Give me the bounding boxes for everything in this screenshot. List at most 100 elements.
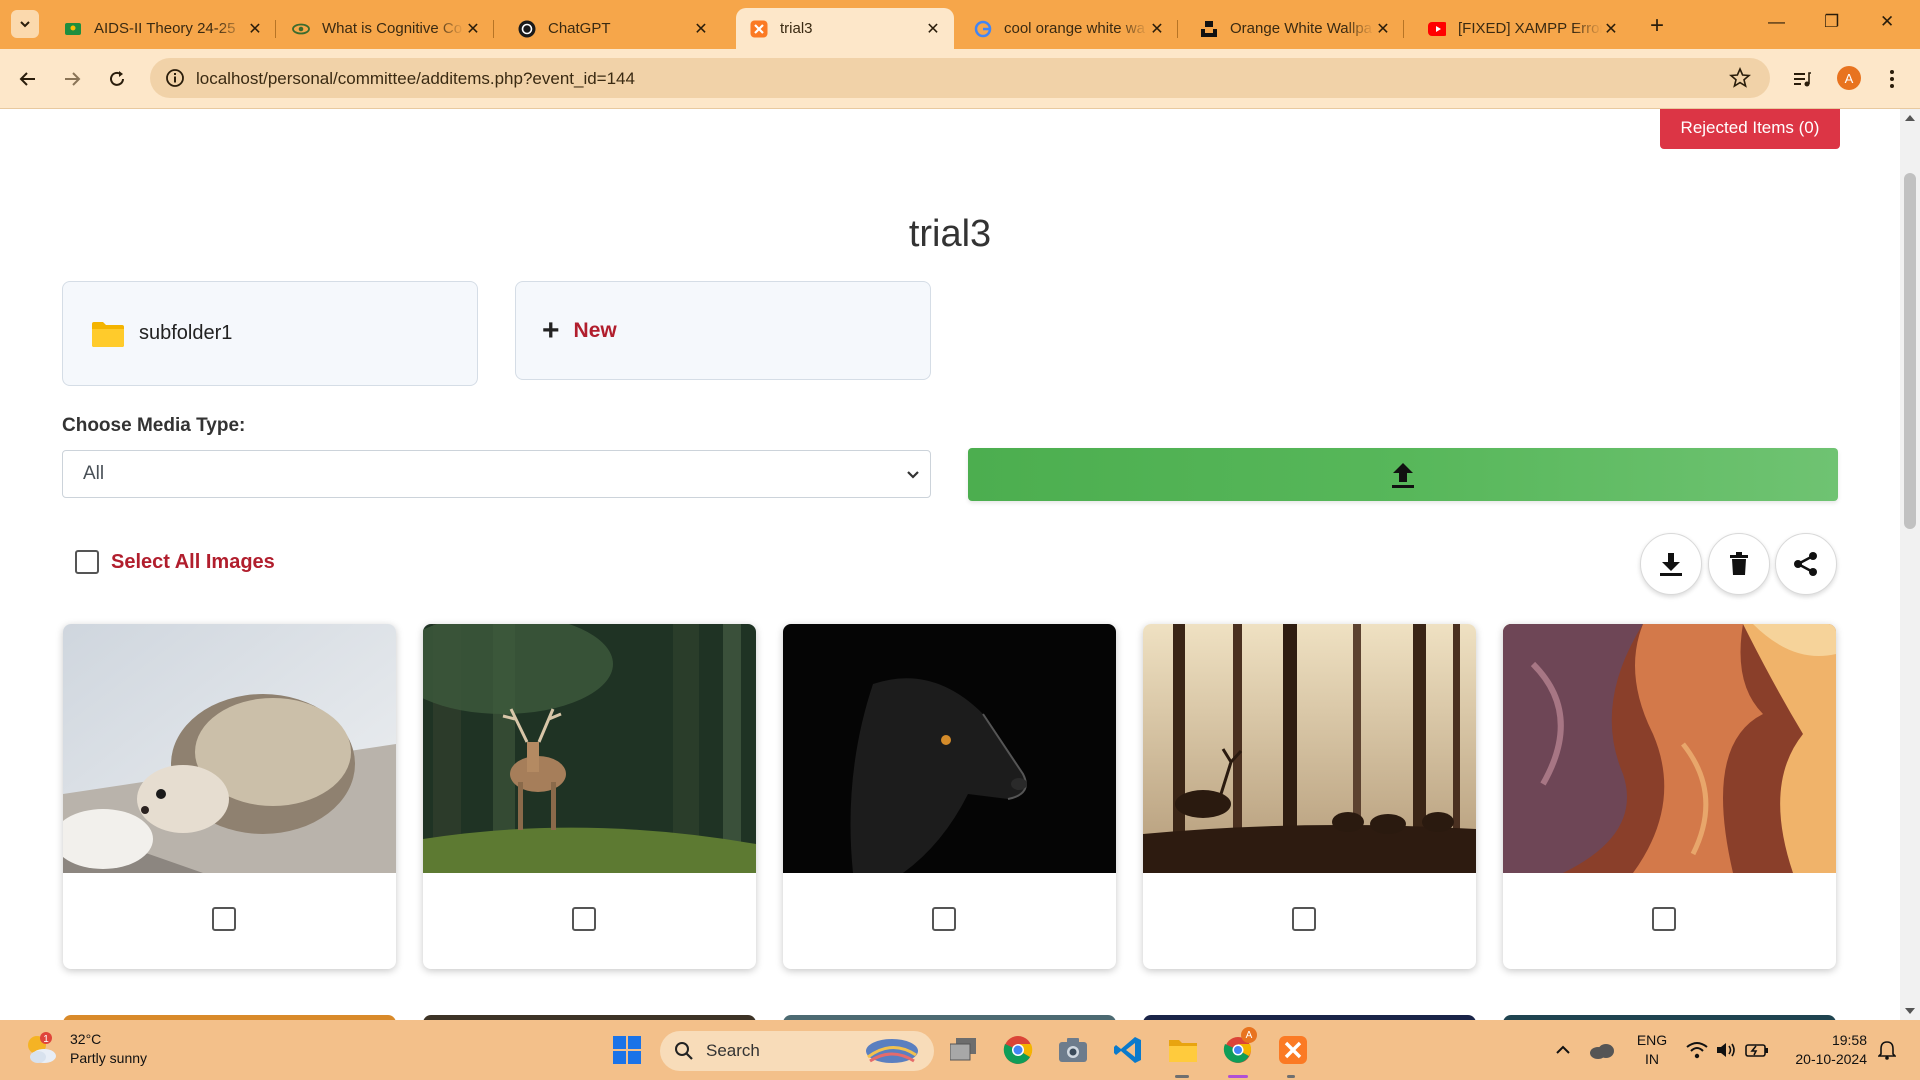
chevron-up-icon: [1556, 1045, 1570, 1054]
trash-icon: [1730, 552, 1748, 575]
bookmark-star-icon[interactable]: [1728, 66, 1752, 90]
scroll-up-icon[interactable]: [1905, 115, 1915, 121]
tab-cognitive[interactable]: What is Cognitive Co ✕: [278, 8, 494, 49]
window-close-icon[interactable]: ✕: [1880, 12, 1894, 32]
image-canyon[interactable]: [1503, 624, 1836, 873]
page-viewport: Rejected Items (0) trial3 subfolder1 + N…: [0, 109, 1920, 1020]
chrome-profile-badge: A: [1241, 1027, 1257, 1043]
close-icon[interactable]: ✕: [1148, 20, 1166, 38]
language-indicator[interactable]: ENG IN: [1632, 1031, 1672, 1069]
image-card-deer[interactable]: [423, 624, 756, 969]
image-hedgehog[interactable]: [63, 624, 396, 873]
upload-icon: [1392, 462, 1414, 488]
media-type-select[interactable]: All: [62, 450, 931, 498]
battery-icon: [1745, 1044, 1768, 1057]
close-icon[interactable]: ✕: [924, 20, 942, 38]
folder-card-subfolder1[interactable]: subfolder1: [62, 281, 478, 386]
xampp-button[interactable]: [1276, 1033, 1310, 1067]
restore-icon[interactable]: ❐: [1824, 12, 1839, 32]
partly-sunny-icon: 1: [28, 1032, 56, 1063]
scrollbar-thumb[interactable]: [1904, 173, 1916, 529]
image-card-hedgehog[interactable]: [63, 624, 396, 969]
url-text[interactable]: localhost/personal/committee/additems.ph…: [196, 69, 635, 89]
reload-button[interactable]: [103, 65, 131, 93]
chrome-button[interactable]: [1001, 1033, 1035, 1067]
notifications-button[interactable]: [1870, 1033, 1904, 1067]
media-type-label: Choose Media Type:: [62, 415, 246, 436]
image-card-forest[interactable]: [1143, 624, 1476, 969]
profile-avatar[interactable]: A: [1837, 66, 1861, 90]
media-control-button[interactable]: [1788, 65, 1816, 93]
site-info-icon[interactable]: [164, 67, 186, 89]
image-checkbox[interactable]: [212, 907, 236, 931]
tab-youtube[interactable]: [FIXED] XAMPP Error ✕: [1414, 8, 1632, 49]
media-type-value: All: [83, 463, 105, 484]
show-hidden-icons-button[interactable]: [1546, 1033, 1580, 1067]
close-icon[interactable]: ✕: [1602, 20, 1620, 38]
battery-button[interactable]: [1740, 1033, 1774, 1067]
tab-chatgpt[interactable]: ChatGPT ✕: [504, 8, 722, 49]
forward-button[interactable]: [58, 65, 86, 93]
taskbar: 1 32°C Partly sunny Search A ENG IN 19:5…: [0, 1020, 1920, 1080]
image-deer[interactable]: [423, 624, 756, 873]
taskview-button[interactable]: [947, 1033, 981, 1067]
vscode-icon: [1114, 1037, 1141, 1063]
tab-unsplash[interactable]: Orange White Wallpa ✕: [1186, 8, 1404, 49]
new-folder-button[interactable]: + New: [515, 281, 931, 380]
volume-button[interactable]: [1710, 1033, 1744, 1067]
share-button[interactable]: [1775, 533, 1837, 595]
network-button[interactable]: [1680, 1033, 1714, 1067]
back-button[interactable]: [14, 65, 42, 93]
select-all-label: Select All Images: [111, 550, 275, 573]
image-card-canyon[interactable]: [1503, 624, 1836, 969]
close-icon[interactable]: ✕: [692, 20, 710, 38]
clock[interactable]: 19:58 20-10-2024: [1785, 1031, 1867, 1069]
select-all-control[interactable]: Select All Images: [75, 550, 275, 574]
page-scrollbar[interactable]: [1900, 109, 1920, 1020]
weather-desc: Partly sunny: [70, 1050, 148, 1066]
close-icon[interactable]: ✕: [464, 20, 482, 38]
tab-aids[interactable]: AIDS-II Theory 24-25 ✕: [50, 8, 276, 49]
address-bar[interactable]: localhost/personal/committee/additems.ph…: [150, 58, 1770, 98]
chrome-icon: [1003, 1036, 1033, 1064]
chrome-profile-button[interactable]: A: [1221, 1027, 1257, 1067]
image-checkbox[interactable]: [1292, 907, 1316, 931]
weather-widget[interactable]: 1 32°C Partly sunny: [24, 1030, 147, 1068]
image-checkbox[interactable]: [572, 907, 596, 931]
vscode-button[interactable]: [1111, 1033, 1145, 1067]
download-button[interactable]: [1640, 533, 1702, 595]
task-view-icon: [950, 1038, 976, 1061]
browser-toolbar: localhost/personal/committee/additems.ph…: [0, 49, 1920, 109]
image-checkbox[interactable]: [1652, 907, 1676, 931]
select-all-checkbox[interactable]: [75, 550, 99, 574]
classroom-icon: [64, 20, 82, 38]
close-icon[interactable]: ✕: [246, 20, 264, 38]
svg-text:1: 1: [43, 1034, 49, 1045]
delete-button[interactable]: [1708, 533, 1770, 595]
start-button[interactable]: [610, 1033, 644, 1067]
new-tab-button[interactable]: +: [1650, 12, 1664, 40]
scroll-down-icon[interactable]: [1905, 1008, 1915, 1014]
rejected-items-button[interactable]: Rejected Items (0): [1660, 109, 1840, 149]
menu-button[interactable]: [1878, 65, 1906, 93]
chatgpt-icon: [518, 20, 536, 38]
tab-google-search[interactable]: cool orange white wa ✕: [960, 8, 1178, 49]
cloud-icon: [1590, 1044, 1614, 1059]
minimize-icon[interactable]: —: [1768, 12, 1785, 32]
camera-button[interactable]: [1056, 1033, 1090, 1067]
onedrive-button[interactable]: [1585, 1033, 1619, 1067]
upload-button[interactable]: [968, 448, 1838, 501]
clock-time: 19:58: [1831, 1032, 1867, 1048]
file-explorer-button[interactable]: [1166, 1033, 1200, 1067]
image-checkbox[interactable]: [932, 907, 956, 931]
google-icon: [974, 20, 992, 38]
tab-search-button[interactable]: [11, 10, 39, 38]
image-black-dog[interactable]: [783, 624, 1116, 873]
taskbar-search[interactable]: Search: [660, 1031, 934, 1071]
tab-trial3[interactable]: trial3 ✕: [736, 8, 954, 49]
active-indicator: [1228, 1075, 1248, 1078]
youtube-icon: [1428, 20, 1446, 38]
image-card-black-dog[interactable]: [783, 624, 1116, 969]
image-forest[interactable]: [1143, 624, 1476, 873]
close-icon[interactable]: ✕: [1374, 20, 1392, 38]
